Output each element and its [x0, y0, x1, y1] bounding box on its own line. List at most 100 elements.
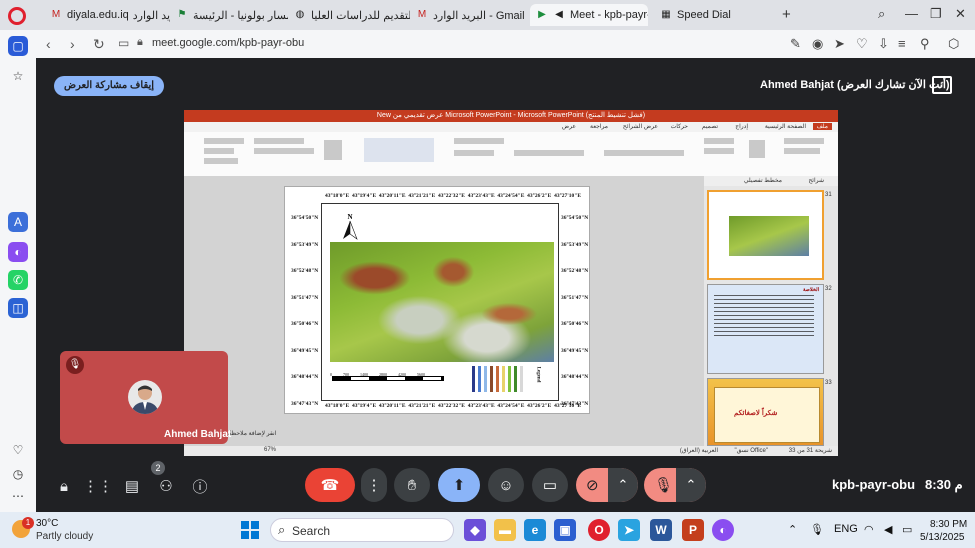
ppt-status-bar: شريحة 31 من 33 "نسق Office" العربية (الع…	[184, 446, 838, 456]
vk-icon[interactable]: ◫	[8, 298, 28, 318]
presenting-label: Ahmed Bahjat (أنت الآن تشارك العرض)	[760, 79, 950, 91]
captions-button[interactable]: ▭	[532, 468, 568, 502]
stop-sharing-button[interactable]: إيقاف مشاركة العرض	[54, 76, 164, 96]
legend-swatch	[490, 366, 493, 392]
tab-graduate[interactable]: ◍ نظام التقديم للدراسات العليا	[288, 4, 410, 26]
tab-speed-dial[interactable]: ▦ Speed Dial	[654, 4, 764, 26]
account-icon[interactable]: ⚲	[920, 36, 930, 52]
ppt-tab-slideshow: عرض الشرائح	[622, 124, 658, 130]
tab-meet[interactable]: ▶ ◀ Meet - kpb-payr-obu ✕	[530, 4, 648, 26]
slide-count: شريحة 31 من 33	[788, 448, 832, 454]
maximize-button[interactable]: ❐	[930, 6, 942, 22]
file-explorer-icon[interactable]: ▬	[494, 519, 516, 541]
extensions-icon[interactable]: ⬡	[948, 36, 959, 52]
heart-icon[interactable]: ♡	[856, 36, 868, 52]
copilot-icon[interactable]: ◆	[464, 519, 486, 541]
volume-icon[interactable]: ◀	[884, 523, 892, 536]
send-icon[interactable]: ➤	[834, 36, 845, 52]
tab-gmail[interactable]: M البريد الوارد - Gmail - .com	[410, 4, 528, 26]
address-bar: ‹ › ↻ ▭ 🔒︎ meet.google.com/kpb-payr-obu …	[0, 30, 975, 58]
raise-hand-button[interactable]: ✋︎	[394, 468, 430, 502]
minimize-button[interactable]: —	[905, 6, 918, 21]
close-window-button[interactable]: ✕	[955, 6, 966, 22]
star-icon[interactable]: ☆	[8, 66, 28, 86]
present-screen-button[interactable]: ⬆	[438, 468, 480, 502]
ppt-tab-animations: حركات	[670, 124, 688, 130]
thumb-number: 32	[825, 286, 832, 292]
reload-icon[interactable]: ↻	[93, 36, 105, 53]
mic-off-icon: 🎙︎	[66, 356, 84, 374]
captions-icon: ▭	[542, 477, 558, 494]
site-info-icon[interactable]: ▭	[118, 36, 129, 50]
host-controls-icon[interactable]: 🔒︎	[54, 476, 74, 496]
opera-logo[interactable]	[8, 7, 26, 25]
legend-swatch	[502, 366, 505, 392]
satellite-map-image	[330, 242, 554, 362]
opera-taskbar-icon[interactable]: O	[588, 519, 610, 541]
current-slide[interactable]: 43°18'0"E 43°19'4"E 43°20'11"E 43°21'21"…	[284, 186, 590, 414]
clock-time[interactable]: 8:30 PM	[930, 519, 967, 530]
battery-icon[interactable]: ▭	[902, 523, 912, 536]
info-icon[interactable]: ⓘ	[190, 476, 210, 496]
workspace-icon[interactable]: ▢	[8, 36, 28, 56]
people-icon[interactable]: ⚇	[156, 476, 176, 496]
speaker-icon: ◀	[555, 9, 563, 20]
download-icon[interactable]: ⇩	[878, 36, 889, 52]
weather-temp[interactable]: 30°C	[36, 518, 58, 529]
tab-diyala[interactable]: M diyala.edu.iq البريد الوارد	[44, 4, 170, 26]
word-icon[interactable]: W	[650, 519, 672, 541]
forward-icon[interactable]: ›	[70, 36, 75, 52]
right-coordinates: 36°54'50"N 36°53'49"N 36°52'48"N 36°51'47"N…	[561, 215, 589, 407]
telegram-icon[interactable]: ➤	[618, 519, 640, 541]
messenger-icon[interactable]: ◐	[8, 242, 28, 262]
tray-chevron-icon[interactable]: ⌃	[788, 523, 797, 536]
clock-date[interactable]: 5/13/2025	[920, 532, 965, 543]
more-icon[interactable]: ⋯	[8, 486, 28, 506]
windows-start-icon[interactable]	[240, 520, 260, 540]
tab-bologna[interactable]: ⚑ نظام مسار بولونيا - الرئيسة	[170, 4, 288, 26]
powerpoint-icon[interactable]: P	[682, 519, 704, 541]
new-tab-button[interactable]: +	[782, 6, 791, 23]
chat-icon[interactable]: ▤	[122, 476, 142, 496]
url-field[interactable]: meet.google.com/kpb-payr-obu	[152, 37, 304, 49]
wifi-icon[interactable]: ◠	[864, 523, 874, 536]
browser-tab-bar: M diyala.edu.iq البريد الوارد ⚑ نظام مسا…	[0, 0, 975, 30]
left-coordinates: 36°54'50"N 36°53'49"N 36°52'48"N 36°51'47"N…	[291, 215, 319, 407]
search-tabs-icon[interactable]: ⌕	[878, 6, 885, 22]
language-indicator[interactable]: ENG	[834, 523, 858, 535]
outline-tab[interactable]: مخطط تفصيلي	[744, 177, 782, 184]
lock-icon[interactable]: 🔒︎	[137, 36, 143, 49]
messenger-taskbar-icon[interactable]: ◐	[712, 519, 734, 541]
notes-placeholder[interactable]: انقر لإضافة ملاحظات	[224, 430, 276, 437]
weather-desc[interactable]: Partly cloudy	[36, 531, 93, 542]
ppt-tab-review: مراجعة	[589, 124, 608, 130]
menu-icon[interactable]: ≡	[898, 36, 906, 51]
slides-tab[interactable]: شرائح	[808, 177, 824, 184]
flag-icon: ⚑	[177, 9, 187, 20]
hand-icon: ✋︎	[407, 476, 417, 494]
zoom-level[interactable]: 67%	[264, 447, 276, 453]
slide-thumb-33[interactable]: شكراً لاصغائكم	[707, 378, 824, 446]
slide-thumb-31[interactable]	[707, 190, 824, 280]
legend-swatch	[520, 366, 523, 392]
reactions-button[interactable]: ☺	[488, 468, 524, 502]
camera-icon[interactable]: ◉	[812, 36, 823, 52]
more-options-button[interactable]: ⋮	[361, 468, 387, 502]
edit-icon[interactable]: ✎	[790, 36, 801, 52]
end-call-button[interactable]: ☎	[305, 468, 355, 502]
ppt-ribbon-tabs: ملف الصفحة الرئيسية إدراج تصميم حركات عر…	[184, 122, 838, 132]
heart-icon[interactable]: ♡	[8, 440, 28, 460]
apps-icon[interactable]: ⋮⋮	[83, 476, 113, 496]
legend-swatch	[472, 366, 475, 392]
whatsapp-icon[interactable]: ✆	[8, 270, 28, 290]
back-icon[interactable]: ‹	[46, 36, 51, 52]
store-icon[interactable]: ▣	[554, 519, 576, 541]
edge-icon[interactable]: e	[524, 519, 546, 541]
legend-swatch	[478, 366, 481, 392]
present-icon: ↑	[932, 76, 952, 94]
history-icon[interactable]: ◷	[8, 464, 28, 484]
microphone-icon[interactable]: 🎙︎	[810, 523, 824, 536]
weather-badge: 1	[22, 517, 34, 529]
aria-icon[interactable]: A	[8, 212, 28, 232]
slide-thumb-32[interactable]: الخلاصة	[707, 284, 824, 374]
